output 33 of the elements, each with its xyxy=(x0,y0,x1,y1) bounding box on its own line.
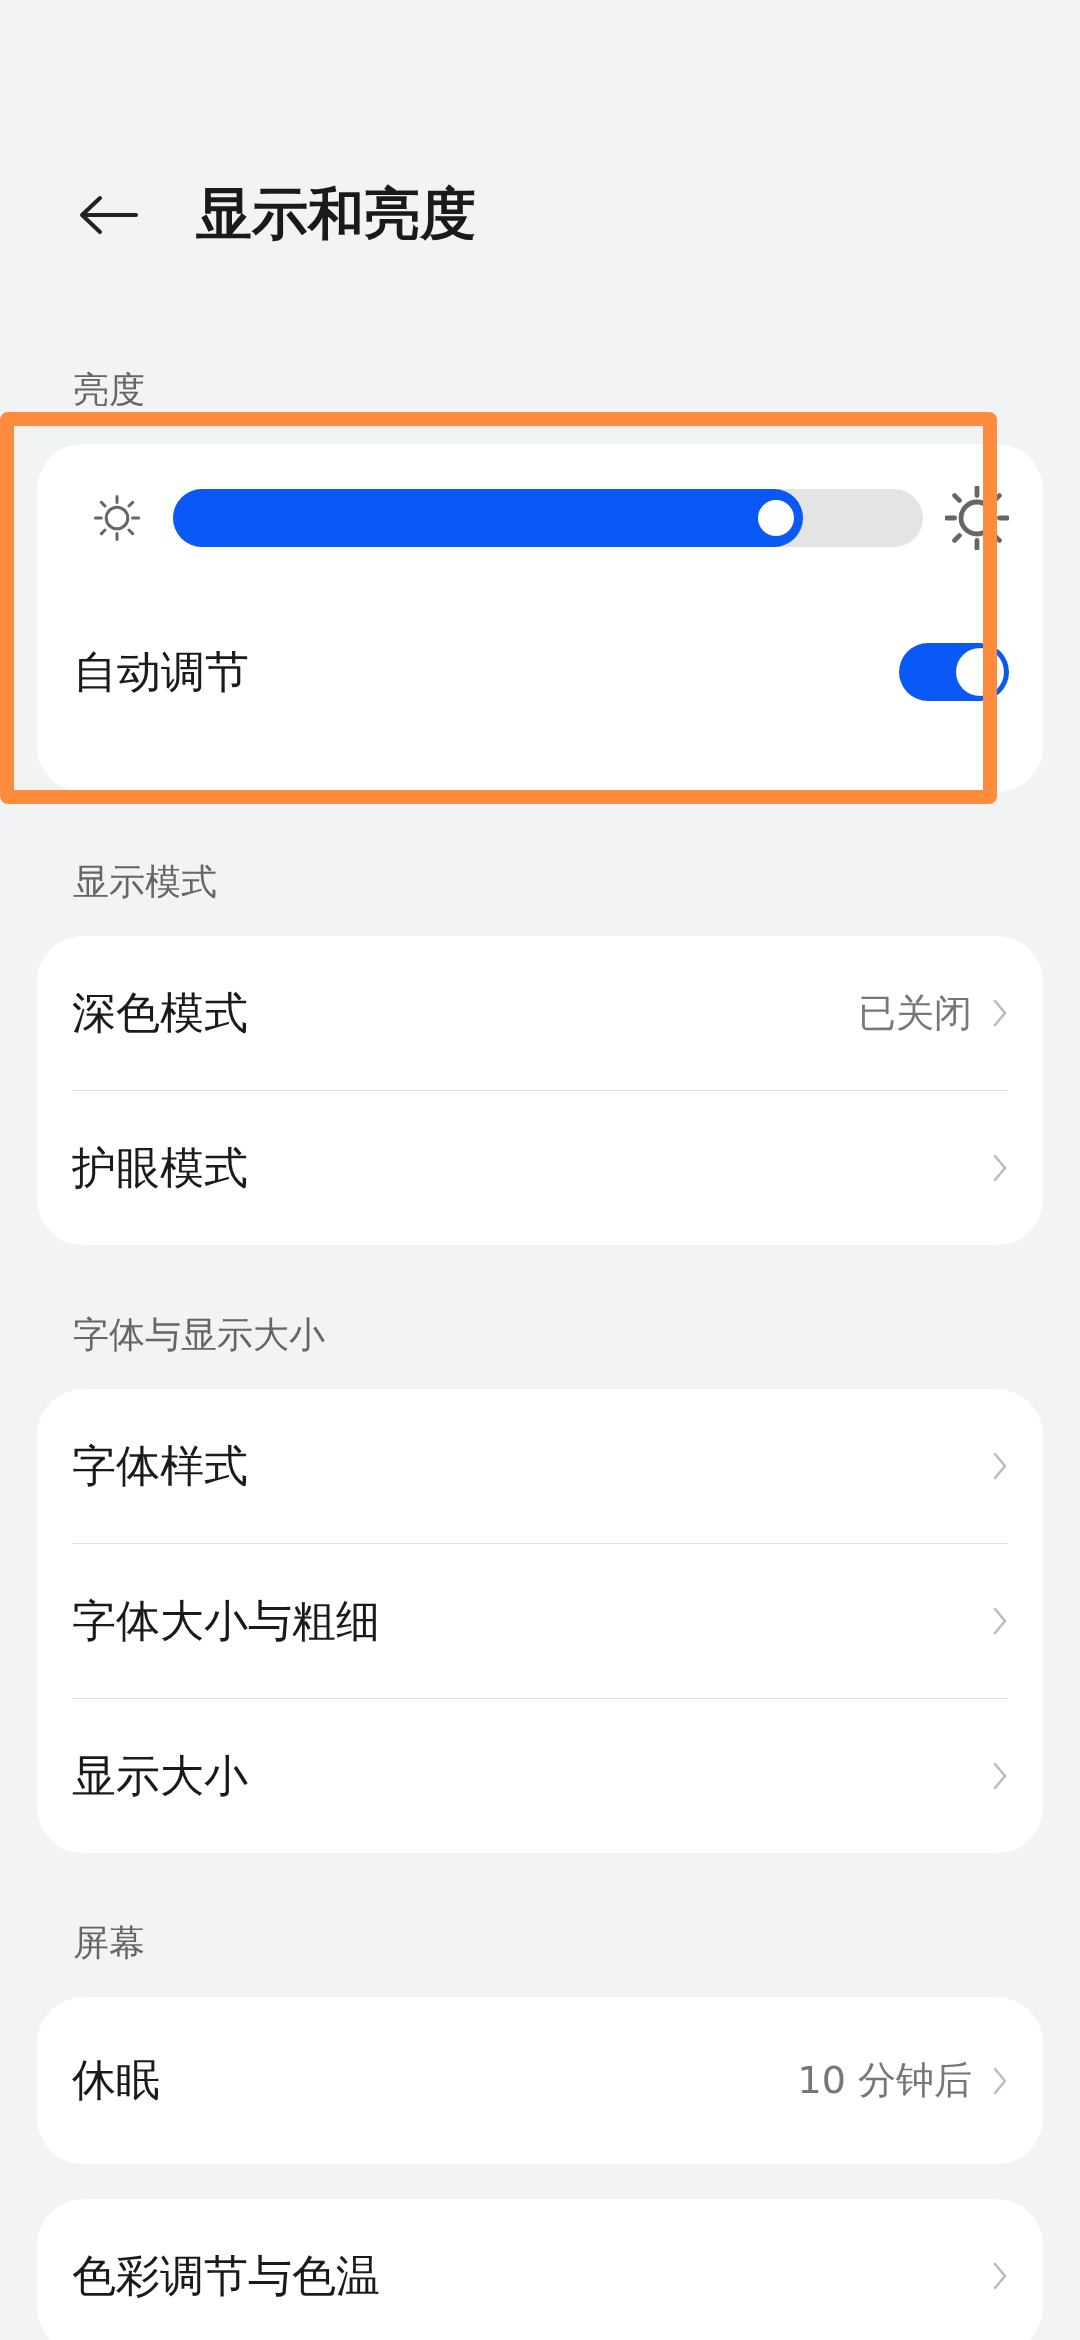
row-label: 显示大小 xyxy=(72,1748,249,1803)
settings-row[interactable]: 色彩调节与色温 xyxy=(72,2199,1008,2340)
chevron-icon xyxy=(992,1451,1008,1481)
section-label: 字体与显示大小 xyxy=(72,1313,326,1357)
settings-row[interactable]: 字体样式 xyxy=(72,1389,1008,1543)
row-label: 色彩调节与色温 xyxy=(72,2248,381,2303)
brightness-slider[interactable] xyxy=(173,489,923,547)
back-icon[interactable] xyxy=(78,195,138,235)
row-label: 休眠 xyxy=(72,2053,161,2107)
sun-icon xyxy=(945,486,1009,550)
row-label: 字体大小与粗细 xyxy=(72,1593,381,1648)
auto-adjust-label: 自动调节 xyxy=(73,644,250,699)
settings-row[interactable]: 显示大小 xyxy=(72,1698,1008,1853)
row-label: 字体样式 xyxy=(72,1438,249,1493)
chevron-icon xyxy=(992,1153,1008,1183)
row-value: 10 分钟后 xyxy=(797,2057,972,2104)
chevron-icon xyxy=(992,2065,1008,2096)
row-label: 深色模式 xyxy=(72,985,249,1040)
settings-row[interactable]: 护眼模式 xyxy=(72,1090,1008,1245)
sun-icon xyxy=(93,494,141,542)
chevron-icon xyxy=(992,1761,1008,1791)
row-label: 护眼模式 xyxy=(72,1140,249,1195)
settings-row[interactable]: 字体大小与粗细 xyxy=(72,1543,1008,1698)
settings-row[interactable]: 深色模式 已关闭 xyxy=(72,936,1008,1090)
section-label: 亮度 xyxy=(72,368,146,412)
page-title: 显示和亮度 xyxy=(196,180,476,248)
row-value: 已关闭 xyxy=(858,989,972,1037)
chevron-icon xyxy=(992,1606,1008,1636)
section-label: 显示模式 xyxy=(72,860,218,904)
section-label: 屏幕 xyxy=(72,1921,146,1965)
settings-row[interactable]: 休眠 10 分钟后 xyxy=(72,1997,1008,2164)
chevron-icon xyxy=(992,998,1008,1028)
chevron-icon xyxy=(992,2261,1008,2291)
